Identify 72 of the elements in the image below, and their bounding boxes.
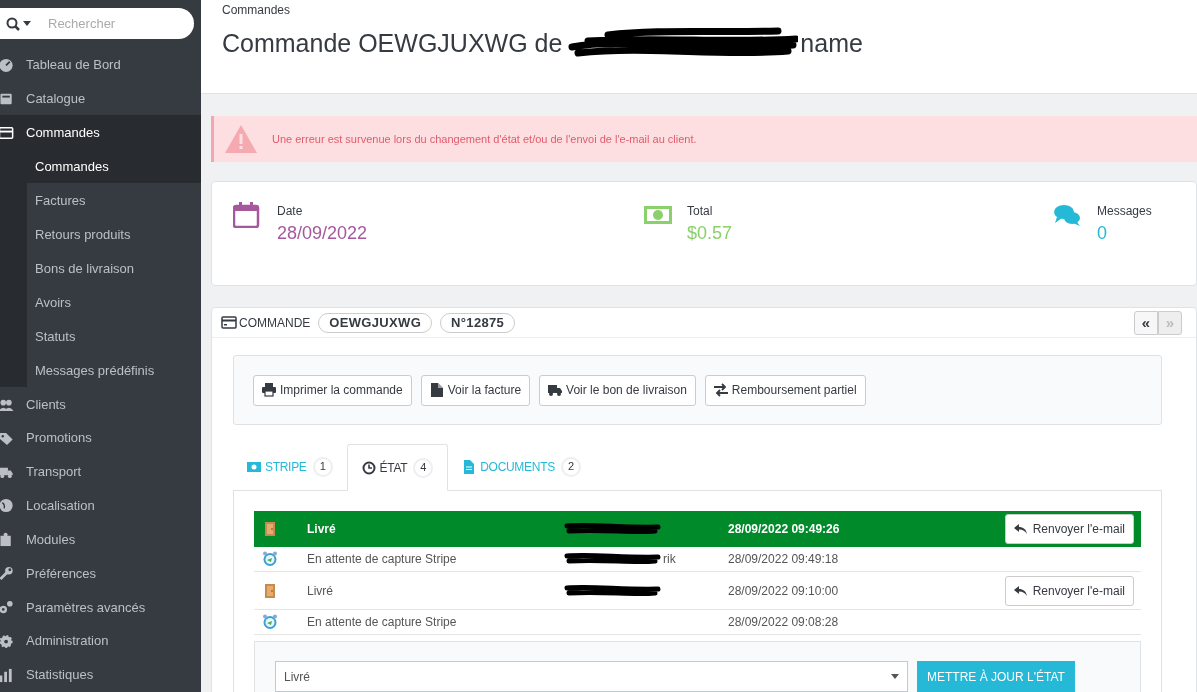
door-icon <box>262 521 278 537</box>
clock-icon <box>361 460 376 475</box>
credit-card-icon <box>0 124 14 140</box>
exchange-arrows-icon <box>713 383 728 397</box>
action-button[interactable]: Remboursement partiel <box>704 374 866 406</box>
document-icon <box>429 383 444 397</box>
sidebar-item[interactable]: Statistiques <box>0 658 201 692</box>
banknote-icon <box>247 459 261 474</box>
submenu-item[interactable]: Messages prédéfinis <box>27 353 201 388</box>
kpi-value: 28/09/2022 <box>277 222 368 245</box>
sidebar-item[interactable]: Tableau de Bord <box>0 47 201 82</box>
date-text: 28/09/2022 09:10:00 <box>728 582 840 600</box>
tab[interactable]: STRIPE 1 <box>233 443 347 490</box>
status-text: Livré <box>307 582 334 600</box>
kpi-value: $0.57 <box>687 222 733 245</box>
sidebar-item[interactable]: Préférences <box>0 556 201 591</box>
date-text: 28/09/2022 09:08:28 <box>728 614 840 631</box>
reply-icon <box>1013 523 1028 535</box>
sidebar-item[interactable]: Modules <box>0 522 201 557</box>
count-badge: 1 <box>312 456 333 477</box>
submenu-item[interactable]: Avoirs <box>27 285 201 320</box>
sidebar-item[interactable]: Transport <box>0 455 201 489</box>
door-icon <box>262 582 278 599</box>
credit-card-icon <box>221 316 237 329</box>
count-badge: 4 <box>413 457 434 478</box>
title-text: name <box>800 28 863 59</box>
sidebar-item[interactable]: Promotions <box>0 421 201 455</box>
alert-text: Une erreur est survenue lors du changement d'état et/ou de l'envoi de l'e-mail au client. <box>272 131 697 147</box>
printer-icon <box>262 383 276 397</box>
date-text: 28/09/2022 09:49:18 <box>728 551 840 568</box>
search-field[interactable]: Rechercher <box>0 8 194 40</box>
sidebar-item[interactable]: Paramètres avancés <box>0 590 201 625</box>
kpi-label: Messages <box>1097 203 1152 220</box>
date-text: 28/09/2022 09:49:26 <box>728 521 841 538</box>
action-button[interactable]: Imprimer la commande <box>253 374 412 406</box>
submenu-item[interactable]: Statuts <box>27 319 201 354</box>
kpi-label: Total <box>687 203 714 220</box>
resend-email-button[interactable]: Renvoyer l'e-mail <box>1004 514 1134 544</box>
truck-icon <box>548 383 563 397</box>
alarm-clock-icon <box>262 614 278 630</box>
action-button[interactable]: Voir la facture <box>420 374 531 406</box>
panel-title: COMMANDE <box>239 314 311 332</box>
sidebar-item[interactable]: Clients <box>0 387 201 422</box>
sidebar-item[interactable]: Catalogue <box>0 81 201 116</box>
tab[interactable]: DOCUMENTS 2 <box>448 443 595 490</box>
state-select[interactable]: Livré <box>275 661 908 692</box>
bar-chart-icon <box>0 667 14 683</box>
action-button[interactable]: Voir le bon de livraison <box>539 374 696 406</box>
sidebar-item[interactable]: Localisation <box>0 488 201 523</box>
kpi-value: 0 <box>1097 222 1108 245</box>
submenu-item[interactable]: Bons de livraison <box>27 251 201 286</box>
resend-email-button[interactable]: Renvoyer l'e-mail <box>1004 575 1134 606</box>
reply-icon <box>1013 584 1028 597</box>
tab[interactable]: ÉTAT 4 <box>346 444 449 491</box>
status-text: En attente de capture Stripe <box>307 551 458 568</box>
submenu-item[interactable]: Factures <box>27 183 201 218</box>
warning-icon <box>224 124 258 154</box>
sidebar-item[interactable]: Commandes <box>0 115 201 150</box>
kpi-label: Date <box>277 203 304 220</box>
page-title: Commande OEWGJUXWG de <box>222 28 563 59</box>
caret-icon <box>891 674 899 679</box>
previous-button[interactable]: « <box>1134 310 1158 335</box>
sidebar-item[interactable]: Administration <box>0 624 201 659</box>
count-badge: 2 <box>560 456 581 477</box>
alarm-clock-icon <box>262 551 278 567</box>
search-icon <box>6 17 32 32</box>
status-text: En attente de capture Stripe <box>307 614 458 631</box>
document-icon <box>462 459 477 474</box>
employee-text: rik <box>663 551 676 568</box>
submenu-item[interactable]: Retours produits <box>27 217 201 252</box>
breadcrumb[interactable]: Commandes <box>222 1 1176 19</box>
status-text: Livré <box>307 521 337 538</box>
